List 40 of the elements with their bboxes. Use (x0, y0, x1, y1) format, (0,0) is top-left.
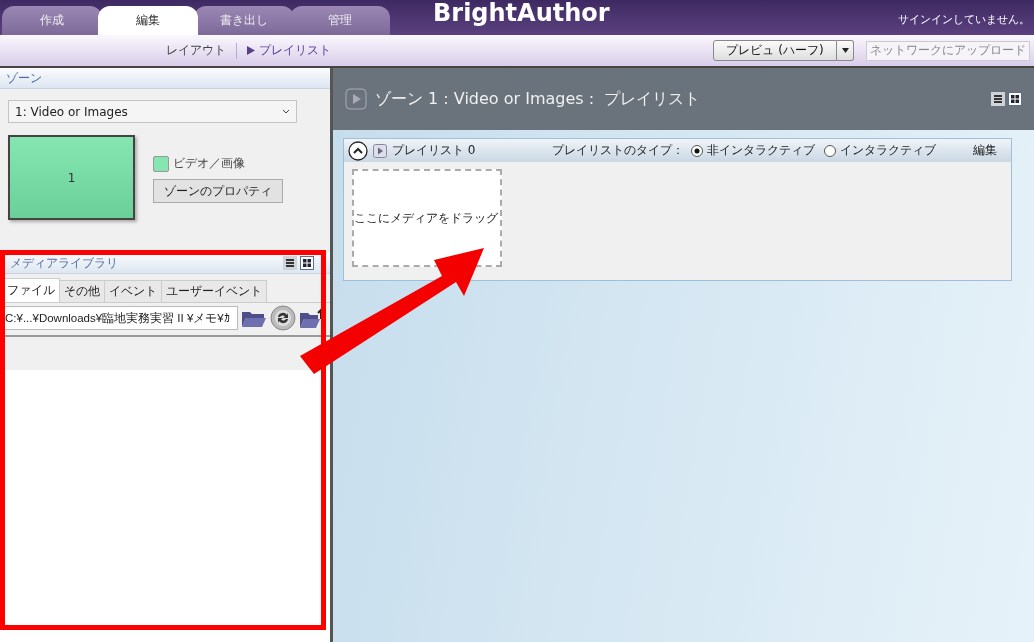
logo: BrightAuthor (433, 0, 610, 26)
caret-icon (841, 48, 849, 53)
tab[interactable]: イベント (104, 280, 162, 302)
zone-dropdown[interactable]: 1: Video or Images (8, 100, 297, 123)
zone-properties-button[interactable]: ゾーンのプロパティ (153, 179, 283, 203)
media-drop-zone[interactable]: ここにメディアをドラッグ (352, 169, 502, 267)
path-field[interactable]: C:¥...¥Downloads¥臨地実務実習 II ¥メモ¥ｶ (2, 306, 238, 330)
legend-swatch (153, 155, 169, 172)
grid-view-icon[interactable] (1008, 92, 1022, 106)
tab[interactable]: 作成 (2, 6, 102, 35)
preview-button[interactable]: プレビュ (ハーフ) (713, 40, 837, 61)
play-icon (247, 46, 255, 55)
radio-option[interactable]: 非インタラクティブ (689, 142, 817, 159)
zone-preview[interactable]: 1 (8, 135, 135, 220)
refresh-icon[interactable] (270, 305, 296, 331)
edit-link[interactable]: 編集 (967, 141, 1003, 160)
chevron-down-icon (282, 109, 290, 114)
list-view-icon[interactable] (991, 92, 1005, 106)
panel-title: メディアライブラリ (10, 254, 118, 272)
tab[interactable]: ファイル (2, 278, 60, 302)
legend-label: ビデオ／画像 (173, 155, 245, 172)
play-icon (373, 143, 387, 158)
tab[interactable]: その他 (59, 280, 105, 302)
tab[interactable]: 編集 (98, 6, 198, 35)
play-icon (345, 88, 367, 110)
tab[interactable]: ユーザーイベント (161, 280, 267, 302)
panel-header: ゾーン (0, 68, 330, 89)
grid-view-icon[interactable] (300, 256, 314, 270)
dropdown-button[interactable] (837, 40, 854, 61)
radio-option[interactable]: インタラクティブ (822, 142, 938, 159)
tab[interactable]: 書き出し (194, 6, 294, 35)
playlist-title: ゾーン 1 : Video or Images : プレイリスト (375, 88, 701, 110)
list-view-icon[interactable] (283, 256, 297, 270)
nav-link[interactable]: レイアウト (156, 42, 236, 59)
playlist-name: プレイリスト 0 (392, 142, 476, 159)
nav-link[interactable]: プレイリスト (237, 42, 341, 59)
signin-status: サインインしていません。 (898, 12, 1030, 27)
type-label: プレイリストのタイプ： (552, 142, 684, 159)
collapse-icon[interactable] (348, 140, 368, 161)
tab[interactable]: 管理 (290, 6, 390, 35)
